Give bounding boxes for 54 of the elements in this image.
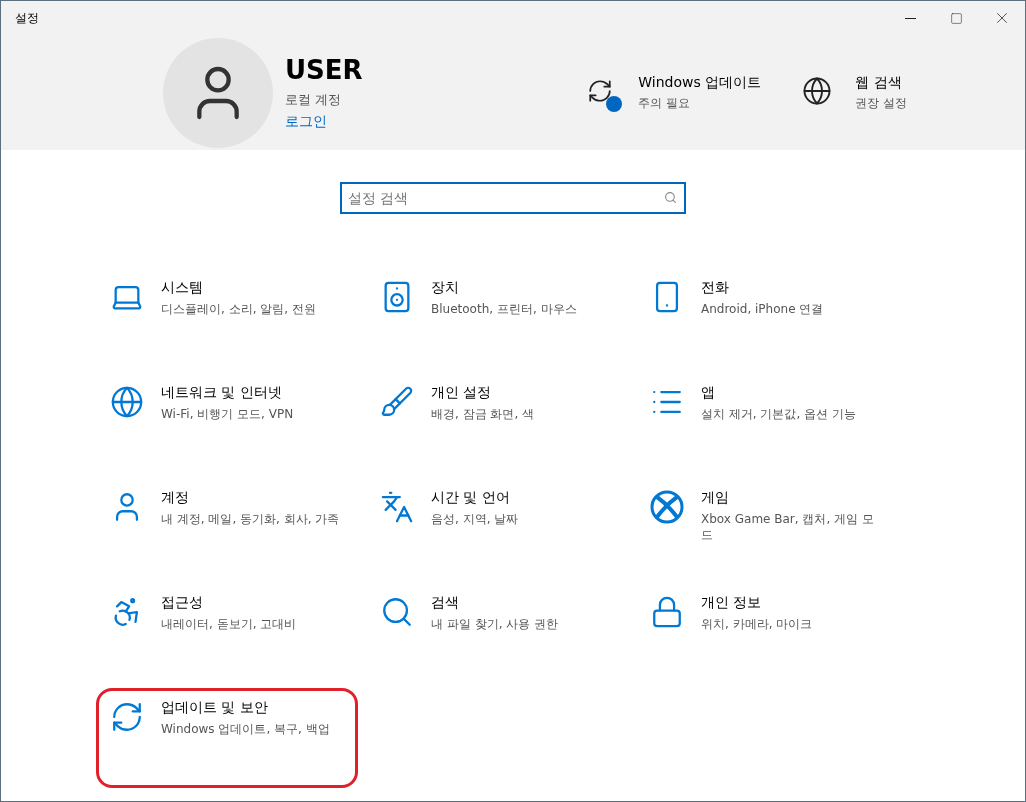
tile-title: 계정 <box>161 489 190 507</box>
settings-tile[interactable]: 개인 설정 배경, 잠금 화면, 색 <box>366 373 628 473</box>
tile-subtitle: Android, iPhone 연결 <box>701 301 824 317</box>
window-title: 설정 <box>14 9 40 27</box>
maximize-icon <box>949 11 963 25</box>
settings-tile[interactable]: 개인 정보 위치, 카메라, 마이크 <box>636 583 898 683</box>
globe-icon <box>109 384 145 420</box>
header-link-subtitle: 주의 필요 <box>638 94 692 112</box>
settings-tile[interactable]: 앱 설치 제거, 기본값, 옵션 기능 <box>636 373 898 473</box>
settings-tile[interactable]: 전화 Android, iPhone 연결 <box>636 268 898 368</box>
settings-tile[interactable]: 게임 Xbox Game Bar, 캡처, 게임 모드 <box>636 478 898 578</box>
tile-title: 개인 정보 <box>701 594 763 612</box>
search-field[interactable]: 설정 검색 <box>340 182 686 214</box>
tile-title: 시스템 <box>161 279 204 297</box>
tile-title: 게임 <box>701 489 730 507</box>
tile-subtitle: Windows 업데이트, 복구, 백업 <box>161 721 330 737</box>
tile-subtitle: Wi-Fi, 비행기 모드, VPN <box>161 406 294 422</box>
tile-subtitle: 디스플레이, 소리, 알림, 전원 <box>161 301 316 317</box>
tile-title: 네트워크 및 인터넷 <box>161 384 283 402</box>
tile-title: 업데이트 및 보안 <box>161 699 269 717</box>
tile-subtitle: 음성, 지역, 날짜 <box>431 511 519 527</box>
tile-subtitle: 배경, 잠금 화면, 색 <box>431 406 535 422</box>
header-link-subtitle: 권장 설정 <box>855 94 907 112</box>
tile-title: 장치 <box>431 279 460 297</box>
x-circle-icon <box>649 489 685 525</box>
tile-title: 시간 및 언어 <box>431 489 511 507</box>
settings-tile[interactable]: 검색 내 파일 찾기, 사용 권한 <box>366 583 628 683</box>
settings-tile[interactable]: 업데이트 및 보안 Windows 업데이트, 복구, 백업 <box>96 688 358 788</box>
settings-tile[interactable]: 장치 Bluetooth, 프린터, 마우스 <box>366 268 628 368</box>
sign-in-link[interactable]: 로그인 <box>285 112 363 131</box>
tile-title: 개인 설정 <box>431 384 493 402</box>
tile-title: 앱 <box>701 384 716 402</box>
tile-subtitle: 설치 제거, 기본값, 옵션 기능 <box>701 406 856 422</box>
minimize-icon <box>904 17 916 19</box>
tile-subtitle: Bluetooth, 프린터, 마우스 <box>431 301 577 317</box>
settings-tile[interactable]: 시스템 디스플레이, 소리, 알림, 전원 <box>96 268 358 368</box>
settings-tile[interactable]: 계정 내 계정, 메일, 동기화, 회사, 가족 <box>96 478 358 578</box>
tile-title: 검색 <box>431 594 460 612</box>
tile-subtitle: 내 계정, 메일, 동기화, 회사, 가족 <box>161 511 340 527</box>
language-icon <box>379 489 415 525</box>
search-icon <box>664 191 677 204</box>
account-type: 로컬 계정 <box>285 90 343 109</box>
tile-subtitle: 내 파일 찾기, 사용 권한 <box>431 616 559 632</box>
tile-title: 접근성 <box>161 594 204 612</box>
tile-title: 전화 <box>701 279 730 297</box>
settings-tile[interactable]: 네트워크 및 인터넷 Wi-Fi, 비행기 모드, VPN <box>96 373 358 473</box>
user-name: USER <box>285 54 363 85</box>
header-link-title[interactable]: 웹 검색 <box>855 73 907 92</box>
tile-subtitle: 내레이터, 돋보기, 고대비 <box>161 616 297 632</box>
tile-subtitle: 위치, 카메라, 마이크 <box>701 616 813 632</box>
header-link-title[interactable]: Windows 업데이트 <box>638 73 762 92</box>
settings-tile[interactable]: 시간 및 언어 음성, 지역, 날짜 <box>366 478 628 578</box>
tile-subtitle: Xbox Game Bar, 캡처, 게임 모드 <box>701 511 875 543</box>
settings-tile[interactable]: 접근성 내레이터, 돋보기, 고대비 <box>96 583 358 683</box>
